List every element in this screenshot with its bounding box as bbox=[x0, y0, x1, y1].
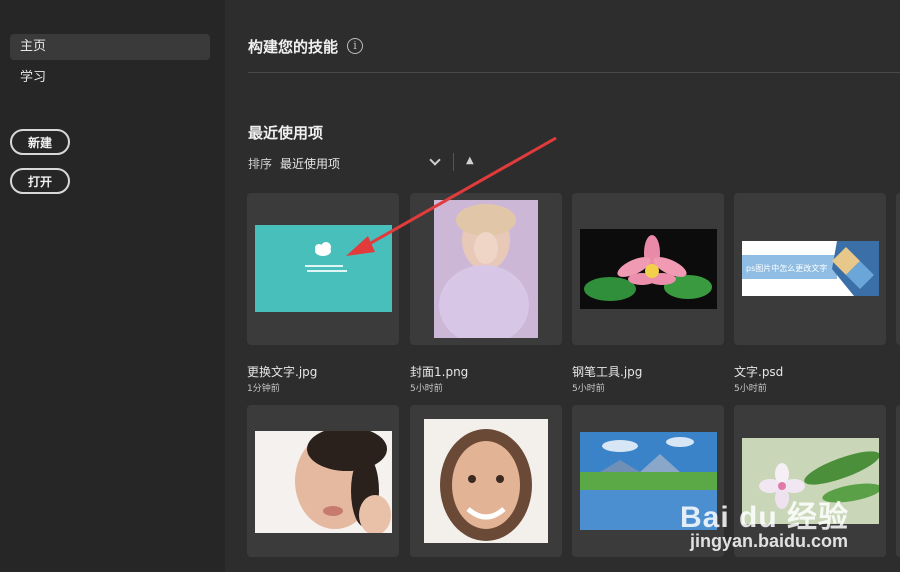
annotation-arrow bbox=[346, 136, 557, 256]
baidu-watermark-logo: Bai du 经验 bbox=[680, 492, 849, 536]
watermark-url: jingyan.baidu.com bbox=[690, 531, 849, 551]
watermark-brand: Bai du 经验 bbox=[680, 501, 850, 534]
